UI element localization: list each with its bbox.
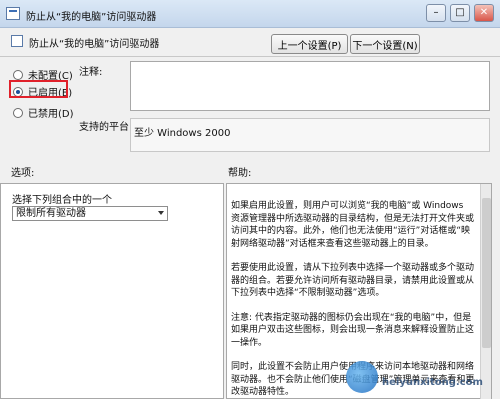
header-divider <box>0 56 500 57</box>
help-section-title: 帮助: <box>228 168 252 179</box>
drive-restriction-select-value: 限制所有驱动器 <box>16 208 86 219</box>
policy-window-icon <box>6 7 20 20</box>
watermark-logo-icon <box>346 361 378 393</box>
help-paragraph: 若要使用此设置，请从下拉列表中选择一个驱动器或多个驱动器的组合。若要允许访问所有… <box>231 263 475 298</box>
close-button[interactable]: ✕ <box>474 4 494 22</box>
site-watermark: heiyunxitong.com <box>346 359 496 395</box>
prev-setting-button[interactable]: 上一个设置(P) <box>271 34 348 54</box>
radio-disabled[interactable]: 已禁用(D) <box>13 105 74 120</box>
watermark-text: heiyunxitong.com <box>382 377 483 388</box>
window-controls: – □ ✕ <box>426 4 494 22</box>
supported-platform-label: 支持的平台: <box>79 122 133 133</box>
help-scrollbar-thumb[interactable] <box>482 198 491 348</box>
drive-combination-label: 选择下列组合中的一个 <box>12 195 112 206</box>
maximize-button[interactable]: □ <box>450 4 470 22</box>
supported-platform-value: 至少 Windows 2000 <box>130 118 490 152</box>
enabled-highlight-box <box>9 80 68 98</box>
help-paragraph: 注意: 代表指定驱动器的图标仍会出现在“我的电脑”中，但是如果用户双击这些图标，… <box>231 312 475 348</box>
window-title: 防止从“我的电脑”访问驱动器 <box>26 12 157 23</box>
radio-not-configured-indicator[interactable] <box>13 69 23 80</box>
policy-setting-icon <box>11 35 23 47</box>
policy-title: 防止从“我的电脑”访问驱动器 <box>29 39 160 50</box>
options-section-title: 选项: <box>11 168 35 179</box>
radio-disabled-label: 已禁用(D) <box>28 109 74 120</box>
drive-restriction-select[interactable]: 限制所有驱动器 <box>12 206 168 221</box>
minimize-button[interactable]: – <box>426 4 446 22</box>
radio-disabled-indicator[interactable] <box>13 107 23 118</box>
title-bar: 防止从“我的电脑”访问驱动器 – □ ✕ <box>0 0 500 28</box>
chevron-down-icon <box>158 211 164 215</box>
comment-textarea[interactable] <box>130 61 490 111</box>
comment-label: 注释: <box>79 67 103 78</box>
help-paragraph: 如果启用此设置，则用户可以浏览“我的电脑”或 Windows 资源管理器中所选驱… <box>231 201 475 249</box>
next-setting-button[interactable]: 下一个设置(N) <box>350 34 420 54</box>
